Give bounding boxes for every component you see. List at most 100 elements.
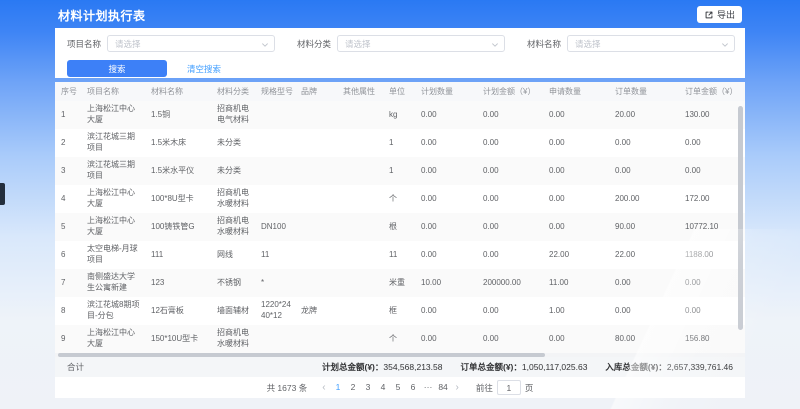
export-button-label: 导出	[717, 8, 735, 21]
cell-plan-amount: 0.00	[477, 297, 543, 325]
summary-total-label: 合计	[67, 361, 84, 373]
cell-project: 上海松江中心大厦	[81, 185, 145, 213]
filter-select[interactable]: 请选择	[337, 35, 505, 52]
page-number-button[interactable]: ···	[421, 380, 436, 395]
cell-apply-qty: 0.00	[543, 101, 609, 129]
cell-plan-amount: 0.00	[477, 101, 543, 129]
cell-project: 上海松江中心大厦	[81, 213, 145, 241]
goto-unit-label: 页	[525, 382, 534, 394]
cell-plan-amount: 200000.00	[477, 269, 543, 297]
cell-plan-amount: 0.00	[477, 241, 543, 269]
cell-other	[337, 129, 383, 157]
page-number-button[interactable]: 3	[361, 380, 376, 395]
filter-label: 项目名称	[67, 38, 101, 50]
cell-order-amount: 10772.10	[679, 213, 745, 241]
cell-order-amount: 172.00	[679, 185, 745, 213]
cell-project: 滨江花城8期项目-分包	[81, 297, 145, 325]
cell-spec	[255, 101, 295, 129]
page-number-button[interactable]: 6	[406, 380, 421, 395]
filter-label: 材料名称	[527, 38, 561, 50]
cell-material: 100铸铁管G	[145, 213, 211, 241]
cell-spec: DN100	[255, 213, 295, 241]
table-header-row: 序号项目名称材料名称材料分类规格型号品牌其他属性单位计划数量计划金额（¥）申请数…	[55, 82, 745, 101]
column-header: 计划金额（¥）	[477, 82, 543, 101]
cell-category: 招商机电 电气材料	[211, 101, 255, 129]
cell-plan-amount: 0.00	[477, 185, 543, 213]
cell-order-amount: 0.00	[679, 129, 745, 157]
cell-unit: 1	[383, 157, 415, 185]
sidebar-collapse-handle[interactable]	[0, 183, 5, 205]
cell-project: 太空电梯-月球项目	[81, 241, 145, 269]
filter-group: 材料名称 请选择	[527, 35, 735, 52]
table-panel: 序号项目名称材料名称材料分类规格型号品牌其他属性单位计划数量计划金额（¥）申请数…	[55, 82, 745, 398]
page-number-button[interactable]: 1	[331, 380, 346, 395]
goto-page-input[interactable]	[497, 380, 521, 395]
table-row: 5 上海松江中心大厦 100铸铁管G 招商机电 水暖材料 DN100 根 0.0…	[55, 213, 745, 241]
clear-search-link[interactable]: 清空搜索	[187, 63, 221, 75]
cell-material: 12石膏板	[145, 297, 211, 325]
cell-other	[337, 213, 383, 241]
cell-project: 滨江花城三期项目	[81, 157, 145, 185]
table-row: 2 滨江花城三期项目 1.5米木床 未分类 1 0.00 0.00 0.00 0…	[55, 129, 745, 157]
filter-select[interactable]: 请选择	[567, 35, 735, 52]
column-header: 订单金额（¥）	[679, 82, 745, 101]
next-page-icon[interactable]: ›	[451, 380, 464, 395]
page-number-button[interactable]: 4	[376, 380, 391, 395]
cell-brand	[295, 101, 337, 129]
cell-spec	[255, 185, 295, 213]
cell-order-qty: 0.00	[609, 269, 679, 297]
prev-page-icon[interactable]: ‹	[317, 380, 330, 395]
cell-brand	[295, 269, 337, 297]
page-number-button[interactable]: 84	[436, 380, 451, 395]
cell-spec: *	[255, 269, 295, 297]
cell-material: 100*8U型卡	[145, 185, 211, 213]
filter-panel: 项目名称 请选择 材料分类 请选择 材料	[55, 28, 745, 78]
cell-brand	[295, 325, 337, 353]
cell-apply-qty: 22.00	[543, 241, 609, 269]
search-button[interactable]: 搜索	[67, 60, 167, 77]
cell-project: 南侧盛达大学生公寓新建	[81, 269, 145, 297]
cell-other	[337, 241, 383, 269]
cell-plan-qty: 0.00	[415, 297, 477, 325]
cell-seq: 4	[55, 185, 81, 213]
cell-seq: 9	[55, 325, 81, 353]
column-header: 品牌	[295, 82, 337, 101]
page-number-button[interactable]: 5	[391, 380, 406, 395]
vertical-scrollbar[interactable]	[738, 106, 743, 330]
table-row: 1 上海松江中心大厦 1.5铜 招商机电 电气材料 kg 0.00 0.00 0…	[55, 101, 745, 129]
cell-unit: 个	[383, 185, 415, 213]
export-icon	[704, 10, 714, 20]
cell-plan-qty: 0.00	[415, 241, 477, 269]
column-header: 规格型号	[255, 82, 295, 101]
cell-order-qty: 0.00	[609, 129, 679, 157]
cell-unit: 根	[383, 213, 415, 241]
summary-row: 合计 计划总金额(¥)：354,568,213.58 订单总金额(¥)：1,05…	[55, 357, 745, 377]
cell-plan-amount: 0.00	[477, 213, 543, 241]
cell-brand	[295, 213, 337, 241]
table-header: 序号项目名称材料名称材料分类规格型号品牌其他属性单位计划数量计划金额（¥）申请数…	[55, 82, 745, 101]
column-header: 计划数量	[415, 82, 477, 101]
column-header: 其他属性	[337, 82, 383, 101]
cell-project: 滨江花城三期项目	[81, 129, 145, 157]
cell-order-qty: 20.00	[609, 101, 679, 129]
summary-item-value: 1,050,117,025.63	[522, 362, 588, 372]
cell-brand	[295, 129, 337, 157]
cell-order-qty: 0.00	[609, 297, 679, 325]
filter-select[interactable]: 请选择	[107, 35, 275, 52]
filter-label: 材料分类	[297, 38, 331, 50]
select-placeholder: 请选择	[345, 38, 371, 50]
filter-group: 项目名称 请选择	[67, 35, 275, 52]
select-placeholder: 请选择	[575, 38, 601, 50]
cell-apply-qty: 0.00	[543, 213, 609, 241]
cell-seq: 8	[55, 297, 81, 325]
column-header: 材料分类	[211, 82, 255, 101]
cell-spec: 1220*2440*12	[255, 297, 295, 325]
export-button[interactable]: 导出	[697, 6, 742, 23]
cell-spec	[255, 129, 295, 157]
summary-item: 计划总金额(¥)：354,568,213.58	[322, 361, 442, 373]
page-number-button[interactable]: 2	[346, 380, 361, 395]
cell-other	[337, 325, 383, 353]
pagination-total: 共 1673 条	[267, 382, 308, 394]
cell-unit: 米重	[383, 269, 415, 297]
table-row: 8 滨江花城8期项目-分包 12石膏板 墙面辅材 1220*2440*12 龙牌…	[55, 297, 745, 325]
